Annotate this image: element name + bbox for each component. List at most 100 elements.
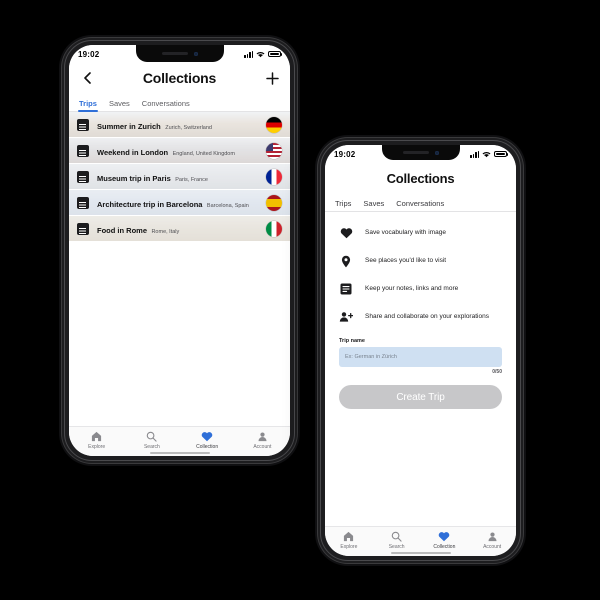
- feature-label: Share and collaborate on your exploratio…: [365, 313, 489, 321]
- table-row[interactable]: Architecture trip in Barcelona Barcelona…: [69, 190, 290, 216]
- trip-text: Food in Rome Rome, Italy: [97, 220, 266, 238]
- tab-collection[interactable]: Collection: [421, 530, 469, 550]
- cellular-signal-icon: [244, 50, 253, 58]
- cellular-signal-icon: [470, 150, 479, 158]
- trip-text: Architecture trip in Barcelona Barcelona…: [97, 194, 266, 212]
- flag-france-icon: [266, 168, 282, 185]
- notes-icon: [77, 222, 89, 235]
- tab-explore[interactable]: Explore: [69, 430, 124, 450]
- create-trip-form: Trip name Ex: German in Zürich 0/50 Crea…: [325, 328, 516, 409]
- page-title: Collections: [142, 70, 217, 86]
- segment-tabs-right: Trips Saves Conversations: [325, 193, 516, 212]
- tab-label: Account: [253, 444, 272, 450]
- front-camera-icon: [193, 51, 198, 56]
- tab-trips[interactable]: Trips: [78, 99, 98, 112]
- tab-label: Collection: [433, 544, 456, 550]
- trip-name-placeholder: Ex: German in Zürich: [345, 354, 397, 360]
- person-icon: [257, 430, 268, 442]
- navigation-bar-left: Collections: [69, 63, 290, 93]
- trip-subtitle: Rome, Italy: [151, 228, 180, 235]
- trip-subtitle: England, United Kingdom: [172, 150, 235, 157]
- tab-conversations[interactable]: Conversations: [396, 199, 444, 211]
- person-add-icon: [339, 310, 353, 324]
- notch: [381, 145, 460, 160]
- trip-text: Weekend in London England, United Kingdo…: [97, 142, 266, 160]
- home-icon: [91, 430, 102, 442]
- trip-list: Summer in Zurich Zurich, Switzerland Wee…: [69, 112, 290, 426]
- trip-name-label: Trip name: [339, 338, 365, 344]
- trip-subtitle: Paris, France: [175, 176, 208, 183]
- battery-full-icon: [494, 150, 509, 158]
- page-title: Collections: [386, 170, 455, 186]
- home-indicator: [149, 451, 210, 454]
- earpiece-speaker-icon: [402, 151, 429, 154]
- content-spacer: [325, 409, 516, 526]
- battery-full-icon: [268, 50, 283, 58]
- wifi-icon: [256, 51, 265, 57]
- heart-icon: [438, 530, 450, 542]
- trip-name-input[interactable]: Ex: German in Zürich: [339, 347, 502, 367]
- tab-account[interactable]: Account: [468, 530, 516, 550]
- tab-conversations[interactable]: Conversations: [142, 99, 190, 111]
- status-time: 19:02: [78, 49, 100, 59]
- add-collection-button[interactable]: [264, 70, 280, 86]
- tab-saves[interactable]: Saves: [109, 99, 130, 111]
- earpiece-speaker-icon: [161, 52, 188, 55]
- tab-collection[interactable]: Collection: [180, 430, 235, 450]
- tab-account[interactable]: Account: [235, 430, 290, 450]
- chevron-left-icon: [83, 72, 91, 84]
- table-row[interactable]: Food in Rome Rome, Italy: [69, 216, 290, 242]
- tab-label: Search: [388, 544, 405, 550]
- screenshot-stage: 19:02 Collections Trips Saves Conversati…: [0, 0, 600, 600]
- feature-list: Save vocabulary with image See places yo…: [325, 212, 516, 328]
- flag-usa-icon: [266, 142, 282, 159]
- feature-label: Save vocabulary with image: [365, 229, 446, 237]
- status-icons: [470, 150, 509, 158]
- tab-explore[interactable]: Explore: [325, 530, 373, 550]
- heart-icon: [201, 430, 213, 442]
- segment-tabs-left: Trips Saves Conversations: [69, 93, 290, 112]
- create-trip-label: Create Trip: [396, 391, 445, 403]
- back-button[interactable]: [79, 70, 95, 86]
- trip-subtitle: Barcelona, Spain: [206, 202, 249, 209]
- create-trip-button[interactable]: Create Trip: [339, 385, 502, 409]
- home-indicator: [390, 551, 451, 554]
- tab-label: Account: [483, 544, 502, 550]
- feature-label: See places you'd like to visit: [365, 257, 447, 265]
- table-row[interactable]: Weekend in London England, United Kingdo…: [69, 138, 290, 164]
- front-camera-icon: [434, 150, 439, 155]
- list-item: Share and collaborate on your exploratio…: [339, 310, 502, 324]
- notes-icon: [339, 282, 353, 296]
- tab-search[interactable]: Search: [373, 530, 421, 550]
- search-icon: [391, 530, 402, 542]
- notes-icon: [77, 170, 89, 183]
- table-row[interactable]: Museum trip in Paris Paris, France: [69, 164, 290, 190]
- tab-label: Explore: [340, 544, 358, 550]
- table-row[interactable]: Summer in Zurich Zurich, Switzerland: [69, 112, 290, 138]
- list-item: Keep your notes, links and more: [339, 282, 502, 296]
- trip-title: Architecture trip in Barcelona: [97, 199, 203, 209]
- flag-germany-icon: [266, 116, 282, 133]
- tab-saves[interactable]: Saves: [363, 199, 384, 211]
- status-time: 19:02: [334, 149, 356, 159]
- tab-label: Collection: [196, 444, 219, 450]
- phone-screen-left: 19:02 Collections Trips Saves Conversati…: [69, 45, 290, 456]
- trip-title: Summer in Zurich: [97, 121, 161, 131]
- trip-title: Food in Rome: [97, 225, 147, 235]
- location-pin-icon: [339, 254, 353, 268]
- tab-search[interactable]: Search: [124, 430, 179, 450]
- tab-label: Explore: [88, 444, 106, 450]
- character-counter: 0/50: [492, 369, 502, 375]
- tab-trips[interactable]: Trips: [335, 199, 351, 211]
- navigation-bar-right: Collections: [325, 163, 516, 193]
- notch: [135, 45, 224, 62]
- trip-title: Weekend in London: [97, 147, 169, 157]
- tab-label: Search: [143, 444, 160, 450]
- phone-screen-right: 19:02 Collections Trips Saves Conversati…: [325, 145, 516, 556]
- feature-label: Keep your notes, links and more: [365, 285, 459, 293]
- wifi-icon: [482, 151, 491, 157]
- list-item: See places you'd like to visit: [339, 254, 502, 268]
- phone-device-right: 19:02 Collections Trips Saves Conversati…: [318, 138, 523, 563]
- plus-icon: [265, 71, 279, 85]
- trip-subtitle: Zurich, Switzerland: [165, 124, 212, 131]
